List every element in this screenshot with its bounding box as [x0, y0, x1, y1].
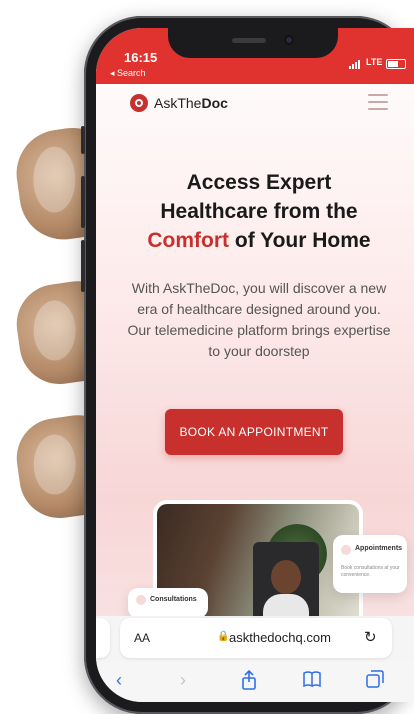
hero-title: Access Expert Healthcare from the Comfor…: [147, 171, 371, 252]
hero-description: With AskTheDoc, you will discover a new …: [127, 280, 391, 359]
reader-settings-button[interactable]: AA: [134, 631, 150, 645]
bookmarks-icon[interactable]: [302, 670, 322, 693]
lock-icon: 🔒: [217, 631, 230, 642]
volume-up-button: [81, 176, 85, 228]
appointments-subtitle: Book consultations at your convenience.: [341, 565, 400, 578]
appointments-icon: [341, 545, 351, 555]
site-logo[interactable]: AskTheDoc: [130, 94, 228, 112]
safari-address-area: AA 🔒 askthedochq.com ↻: [96, 616, 414, 662]
url-text[interactable]: askthedochq.com: [229, 630, 331, 645]
safari-toolbar: ‹ ›: [96, 662, 414, 702]
notch: [168, 28, 338, 58]
status-time: 16:15: [124, 50, 158, 65]
appointments-card: Appointments Book consultations at your …: [333, 535, 407, 593]
back-to-search-link[interactable]: ◂ Search: [110, 68, 146, 79]
phone-screen: 16:15 ◂ Search LTE AskTheDoc Access Expe…: [96, 28, 414, 702]
address-bar[interactable]: AA 🔒 askthedochq.com ↻: [120, 618, 392, 658]
network-label: LTE: [366, 57, 383, 67]
battery-icon: [386, 59, 406, 69]
hero-title-accent: Comfort: [147, 229, 230, 252]
share-icon[interactable]: [240, 669, 258, 695]
book-appointment-button[interactable]: BOOK AN APPOINTMENT: [165, 409, 343, 455]
previous-tab-edge[interactable]: [96, 618, 110, 658]
consultations-title: Consultations: [150, 596, 197, 603]
appointments-title: Appointments: [355, 545, 403, 552]
signal-icon: [349, 60, 360, 69]
speaker-grille: [232, 38, 266, 43]
logo-icon: [130, 94, 148, 112]
consultations-icon: [136, 595, 146, 605]
forward-icon[interactable]: ›: [180, 670, 186, 691]
consultations-card: Consultations: [128, 588, 208, 618]
reload-icon[interactable]: ↻: [364, 628, 377, 646]
camera-icon: [284, 35, 294, 45]
mute-switch: [81, 126, 85, 154]
phone-frame: 16:15 ◂ Search LTE AskTheDoc Access Expe…: [81, 16, 414, 714]
back-icon[interactable]: ‹: [116, 670, 122, 691]
tabs-icon[interactable]: [366, 670, 384, 693]
hamburger-menu-icon[interactable]: [368, 94, 388, 110]
volume-down-button: [81, 240, 85, 292]
status-bar: 16:15 ◂ Search LTE: [96, 28, 414, 84]
brand-name: AskTheDoc: [154, 95, 228, 111]
